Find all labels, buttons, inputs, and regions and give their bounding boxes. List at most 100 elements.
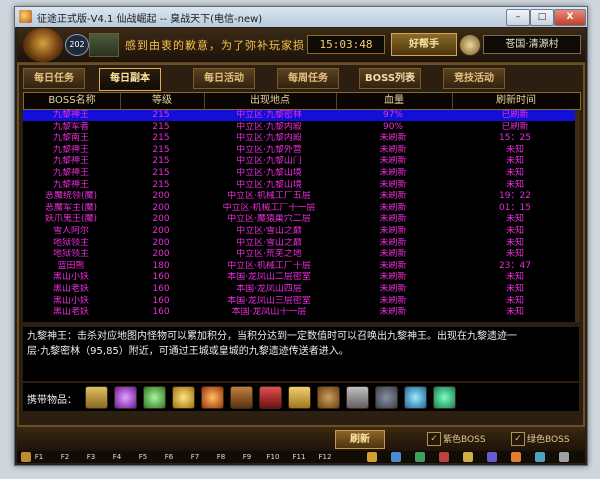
table-row[interactable]: 黑山老妖 160 本国·龙凤山四层 未刷新 未知 [23,284,579,295]
emerald-icon[interactable] [433,386,456,409]
boss-list: 九黎神王 215 中立区·九黎密林 97% 已刷新 九黎军者 215 中立区·九黎内殿 90% 已… [23,110,579,322]
skill-shortcut-icon[interactable] [367,452,377,462]
scroll-icon[interactable] [85,386,108,409]
minimize-button[interactable]: – [506,9,530,26]
skill-shortcut-icon[interactable] [439,452,449,462]
hotkey-slot[interactable]: F1 [31,451,47,463]
header-level[interactable]: 等级 [120,93,205,109]
table-row[interactable]: 恶魔统领(魔) 200 中立区·机械工厂五层 未刷新 19：22 [23,191,579,202]
hotkey-slot[interactable]: F3 [83,451,99,463]
skill-shortcut-icon[interactable] [391,452,401,462]
fire-orb-icon[interactable] [201,386,224,409]
gold-scroll-icon[interactable] [288,386,311,409]
hotkey-slot[interactable]: F7 [187,451,203,463]
boss-name-cell: 黑山小妖 [52,272,89,283]
list-scrollbar[interactable] [575,110,580,322]
table-row[interactable]: 九黎南王 215 中立区·九黎内殿 未刷新 15：25 [23,133,579,144]
header-boss-name[interactable]: BOSS名称 [24,93,121,109]
helper-button[interactable]: 好帮手 [391,33,457,56]
tab-daily-activity[interactable]: 每日活动 [193,68,255,89]
treasure-chest-icon[interactable] [230,386,253,409]
carry-items-label: 携带物品： [27,395,77,406]
title-bar[interactable]: 征途正式版-V4.1 仙战崛起 -- 臭战天下(电信-new) – □ X [15,7,587,27]
boss-name-cell: 黑山老妖 [52,284,89,294]
red-box-icon[interactable] [259,386,282,409]
hp-cell: 未刷新 [379,260,407,271]
skill-shortcut-icon[interactable] [463,452,473,462]
hp-cell: 未刷新 [379,179,407,190]
refresh-time-cell: 15：25 [499,133,531,144]
level-cell: 215 [152,168,170,178]
location-cell: 中立区·雪山之巅 [236,226,302,236]
location-cell: 中立区·机械工厂十一层 [222,202,316,213]
tab-weekly-quest[interactable]: 每周任务 [277,68,339,89]
table-row[interactable]: 黑山小妖 160 本国·龙凤山三层密室 未刷新 未知 [23,296,579,307]
refresh-button[interactable]: 刷新 [335,430,385,449]
refresh-time-cell: 未知 [505,237,524,248]
refresh-time-cell: 未知 [505,226,524,236]
hotkey-slot[interactable]: F4 [109,451,125,463]
hotkey-slot[interactable]: F2 [57,451,73,463]
pouch-icon[interactable] [317,386,340,409]
green-potion-icon[interactable] [143,386,166,409]
skill-shortcut-icon[interactable] [415,452,425,462]
compass-icon[interactable] [459,34,481,56]
skill-shortcut-icon[interactable] [559,452,569,462]
header-location[interactable]: 出现地点 [204,93,337,109]
maximize-button[interactable]: □ [530,9,554,26]
refresh-time-cell: 未知 [505,156,524,167]
hotkey-slot[interactable]: F10 [265,451,281,463]
hp-cell: 未刷新 [379,156,407,167]
table-row[interactable]: 九黎神王 215 中立区·九黎山门 未刷新 未知 [23,156,579,167]
table-row[interactable]: 蓝田熊 180 中立区·机械工厂十层 未刷新 23：47 [23,261,579,272]
table-row[interactable]: 九黎神王 215 中立区·九黎外营 未刷新 未知 [23,145,579,156]
hotkey-slot[interactable]: F6 [161,451,177,463]
tab-daily-dungeon[interactable]: 每日副本 [99,68,161,91]
table-row[interactable]: 黑山小妖 160 本国·龙凤山二层密室 未刷新 未知 [23,272,579,283]
hotkey-slot[interactable]: F12 [317,451,333,463]
description-line-2: 层·九黎密林（95,85）附近，可通过王城或皇城的九黎遗迹传送者进入。 [27,346,349,357]
table-row[interactable]: 九黎军者 215 中立区·九黎内殿 90% 已刷新 [23,122,579,133]
location-cell: 本国·龙凤山十一层 [231,307,307,318]
hotkey-slot[interactable]: F5 [135,451,151,463]
level-cell: 200 [152,202,170,213]
stone-icon[interactable] [375,386,398,409]
purple-boss-checkbox[interactable]: ✓ [427,432,441,446]
skill-shortcut-icon[interactable] [511,452,521,462]
boss-name-cell: 黑山老妖 [52,307,89,318]
table-row[interactable]: 黑山老妖 160 本国·龙凤山十一层 未刷新 未知 [23,307,579,318]
table-row[interactable]: 地狱领主 200 中立区·雪山之巅 未刷新 未知 [23,238,579,249]
character-portrait-icon[interactable] [23,28,63,62]
gray-scroll-icon[interactable] [346,386,369,409]
hotkey-slot[interactable]: F9 [239,451,255,463]
table-row[interactable]: 九黎神王 215 中立区·九黎山境 未刷新 未知 [23,168,579,179]
crystal-icon[interactable] [404,386,427,409]
table-row[interactable]: 九黎神王 215 中立区·九黎密林 97% 已刷新 [23,110,579,121]
boss-name-cell: 恶魔统领(魔) [44,191,98,202]
boss-name-cell: 恶魔军主(魔) [44,202,98,213]
hotkey-slot[interactable]: F11 [291,451,307,463]
skill-shortcut-icon[interactable] [487,452,497,462]
table-row[interactable]: 地狱领主 200 中立区·荒芜之地 未刷新 未知 [23,249,579,260]
gold-coin-icon[interactable] [172,386,195,409]
header-hp[interactable]: 血量 [336,93,453,109]
skill-shortcut-icon[interactable] [535,452,545,462]
header-refresh-time[interactable]: 刷新时间 [452,93,580,109]
tab-daily-quest[interactable]: 每日任务 [23,68,85,89]
lock-icon[interactable] [21,452,31,462]
location-cell: 中立区·九黎山境 [236,179,302,190]
hotkey-slot[interactable]: F8 [213,451,229,463]
location-cell: 中立区·机械工厂五层 [227,191,311,202]
table-row[interactable]: 九黎神王 215 中立区·九黎山境 未刷新 未知 [23,180,579,191]
location-cell: 中立区·九黎密林 [236,110,302,120]
purple-gem-icon[interactable] [114,386,137,409]
minimap-thumb[interactable] [89,33,119,57]
table-row[interactable]: 妖爪鬼王(魔) 200 中立区·魔猿巢穴二层 未刷新 未知 [23,214,579,225]
table-row[interactable]: 雪人阿尔 200 中立区·雪山之巅 未刷新 未知 [23,226,579,237]
green-boss-checkbox[interactable]: ✓ [511,432,525,446]
table-row[interactable]: 恶魔军主(魔) 200 中立区·机械工厂十一层 未刷新 01：15 [23,203,579,214]
close-button[interactable]: X [554,9,586,26]
location-cell: 中立区·雪山之巅 [236,237,302,248]
tab-boss-list[interactable]: BOSS列表 [359,68,421,89]
tab-arena[interactable]: 竞技活动 [443,68,505,89]
